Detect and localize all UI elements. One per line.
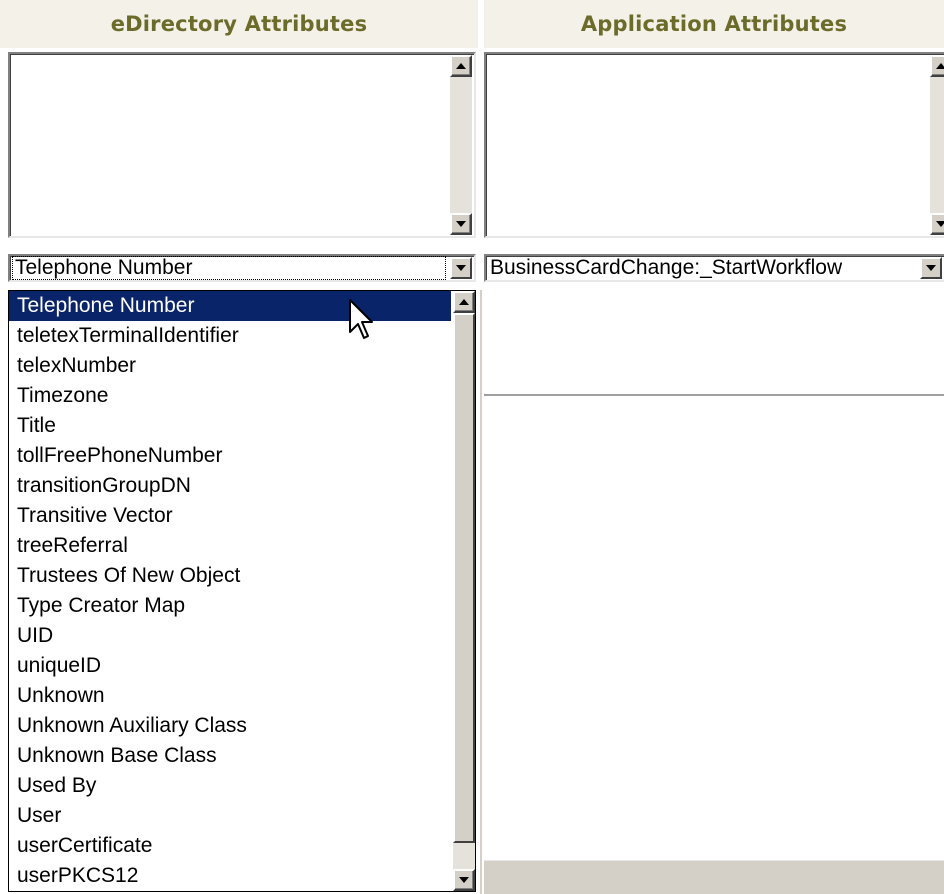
edirectory-listbox-scrollbar[interactable] bbox=[450, 55, 472, 235]
application-attribute-select-value: BusinessCardChange:_StartWorkflow bbox=[490, 256, 843, 279]
scroll-up-button[interactable] bbox=[450, 55, 472, 77]
scroll-up-button[interactable] bbox=[930, 55, 944, 77]
scroll-up-arrow-icon bbox=[459, 299, 469, 305]
dropdown-option[interactable]: telexNumber bbox=[9, 351, 451, 381]
dropdown-option[interactable]: userPKCS12 bbox=[9, 861, 451, 891]
dropdown-arrow-icon bbox=[456, 265, 466, 271]
edirectory-attribute-select[interactable]: Telephone Number bbox=[8, 254, 476, 282]
edirectory-attributes-listbox[interactable] bbox=[8, 52, 476, 238]
scroll-down-button[interactable] bbox=[453, 869, 475, 891]
dropdown-options: Telephone Number teletexTerminalIdentifie… bbox=[9, 291, 451, 891]
dropdown-option[interactable]: Unknown Auxiliary Class bbox=[9, 711, 451, 741]
attribute-mapping-panel: eDirectory Attributes Application Attrib… bbox=[0, 0, 944, 894]
scroll-down-arrow-icon bbox=[936, 221, 944, 227]
scroll-down-arrow-icon bbox=[456, 221, 466, 227]
dropdown-option[interactable]: User bbox=[9, 801, 451, 831]
edirectory-attribute-select-value: Telephone Number bbox=[12, 256, 446, 280]
application-listbox-scrollbar[interactable] bbox=[930, 55, 944, 235]
dropdown-option[interactable]: Trustees Of New Object bbox=[9, 561, 451, 591]
dropdown-option[interactable]: tollFreePhoneNumber bbox=[9, 441, 451, 471]
dropdown-option[interactable]: userCertificate bbox=[9, 831, 451, 861]
scroll-down-button[interactable] bbox=[450, 213, 472, 235]
application-attribute-select[interactable]: BusinessCardChange:_StartWorkflow bbox=[484, 254, 944, 282]
dropdown-option[interactable]: Unknown Base Class bbox=[9, 741, 451, 771]
application-attributes-header: Application Attributes bbox=[484, 0, 944, 48]
pane-edge bbox=[480, 290, 482, 894]
dropdown-scrollbar[interactable] bbox=[453, 291, 475, 891]
scroll-up-arrow-icon bbox=[936, 63, 944, 69]
mouse-pointer-icon bbox=[349, 299, 373, 339]
horizontal-scrollbar-track[interactable] bbox=[484, 860, 944, 894]
edirectory-select-dropdown-button[interactable] bbox=[450, 257, 472, 279]
dropdown-option[interactable]: treeReferral bbox=[9, 531, 451, 561]
dropdown-option[interactable]: Telephone Number bbox=[9, 291, 451, 321]
scroll-up-button[interactable] bbox=[453, 291, 475, 313]
application-select-dropdown-button[interactable] bbox=[920, 257, 942, 279]
dropdown-option[interactable]: Unknown bbox=[9, 681, 451, 711]
dropdown-option[interactable]: transitionGroupDN bbox=[9, 471, 451, 501]
scrollbar-thumb[interactable] bbox=[453, 313, 475, 843]
application-attributes-title: Application Attributes bbox=[580, 12, 848, 36]
dropdown-option[interactable]: UID bbox=[9, 621, 451, 651]
pane-divider bbox=[484, 394, 944, 396]
dropdown-option[interactable]: Title bbox=[9, 411, 451, 441]
scroll-down-arrow-icon bbox=[459, 877, 469, 883]
dropdown-option[interactable]: teletexTerminalIdentifier bbox=[9, 321, 451, 351]
application-attributes-listbox[interactable] bbox=[484, 52, 944, 238]
scroll-up-arrow-icon bbox=[456, 63, 466, 69]
dropdown-arrow-icon bbox=[926, 265, 936, 271]
dropdown-option[interactable]: uniqueID bbox=[9, 651, 451, 681]
scroll-down-button[interactable] bbox=[930, 213, 944, 235]
edirectory-attributes-title: eDirectory Attributes bbox=[110, 12, 368, 36]
dropdown-option[interactable]: Type Creator Map bbox=[9, 591, 451, 621]
dropdown-option[interactable]: Used By bbox=[9, 771, 451, 801]
dropdown-option[interactable]: Transitive Vector bbox=[9, 501, 451, 531]
dropdown-option[interactable]: Timezone bbox=[9, 381, 451, 411]
edirectory-attributes-header: eDirectory Attributes bbox=[0, 0, 478, 48]
edirectory-attribute-dropdown-list[interactable]: Telephone Number teletexTerminalIdentifie… bbox=[8, 290, 476, 892]
